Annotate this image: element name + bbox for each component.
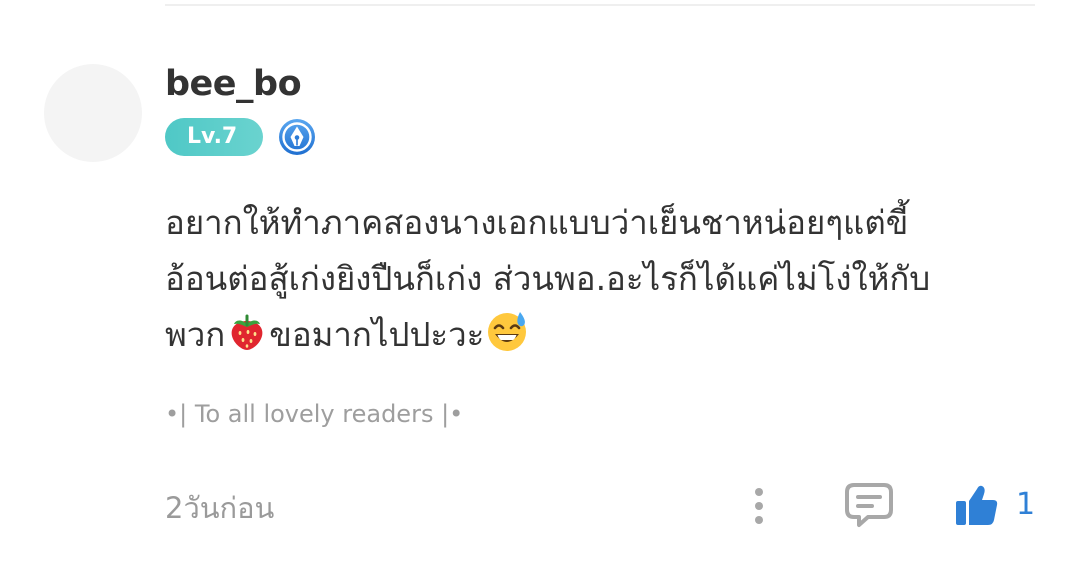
user-signature: •| To all lovely readers |• <box>165 400 464 428</box>
comment-segment-1: พวก <box>165 315 226 354</box>
strawberry-emoji <box>231 314 263 350</box>
comment-segment-2: ขอมากไปปะวะ <box>269 315 485 354</box>
level-badge: Lv.7 <box>165 118 264 156</box>
comment-line-3: พวก ขอมากไปปะวะ <box>165 307 1045 363</box>
grinning-sweat-emoji <box>488 312 527 351</box>
username[interactable]: bee_bo <box>165 62 302 106</box>
comment-line-2: อ้อนต่อสู้เก่งยิงปืนก็เก่ง ส่วนพอ.อะไรก็… <box>165 259 931 298</box>
fountain-pen-icon <box>279 119 316 155</box>
avatar[interactable] <box>44 64 142 162</box>
thumbs-up-icon <box>956 485 998 525</box>
comment-line-1: อยากให้ทำภาคสองนางเอกแบบว่าเย็นชาหน่อยๆแ… <box>165 203 909 242</box>
user-badges: Lv.7 <box>165 118 316 156</box>
like-count: 1 <box>1016 487 1036 522</box>
comment-bubble-icon[interactable] <box>844 482 894 528</box>
like-button[interactable]: 1 <box>954 482 1035 528</box>
top-divider <box>165 4 1035 6</box>
vertical-dots-icon[interactable] <box>748 486 770 526</box>
comment-text: อยากให้ทำภาคสองนางเอกแบบว่าเย็นชาหน่อยๆแ… <box>165 195 1045 363</box>
timestamp: 2วันก่อน <box>165 491 275 525</box>
